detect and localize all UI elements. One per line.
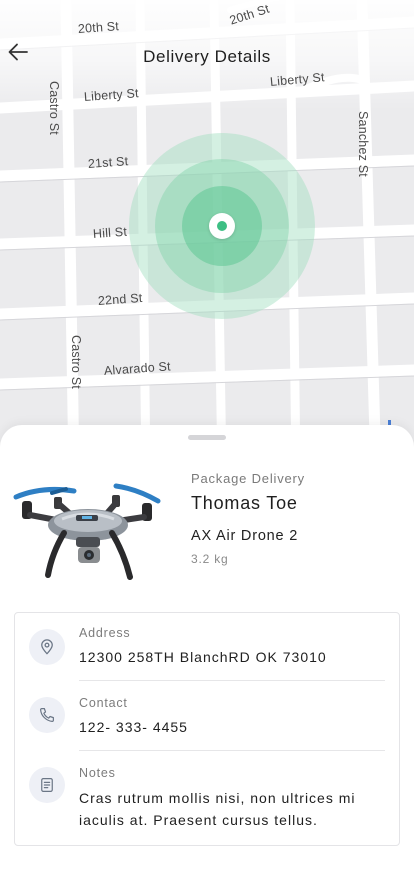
- recipient-name: Thomas Toe: [191, 493, 298, 513]
- street-label-hill: Hill St: [92, 224, 128, 241]
- notes-label: Notes: [79, 766, 116, 780]
- location-pin-icon: [41, 639, 53, 655]
- street-label-20th-left: 20th St: [77, 19, 120, 36]
- contact-label: Contact: [79, 696, 128, 710]
- notes-icon: [41, 778, 53, 792]
- notes-value: Cras rutrum mollis nisi, non ultrices mi…: [79, 790, 356, 828]
- sheet-drag-handle[interactable]: [188, 435, 226, 440]
- address-icon-wrapper: [29, 629, 65, 665]
- page-title: Delivery Details: [143, 47, 271, 66]
- address-value: 12300 258TH BlanchRD OK 73010: [79, 649, 327, 665]
- drone-model: AX Air Drone 2: [191, 528, 299, 544]
- package-weight: 3.2 kg: [191, 552, 229, 566]
- contact-value: 122- 333- 4455: [79, 719, 188, 735]
- street-label-castro-bottom: Castro St: [69, 335, 83, 389]
- delivery-info-card: Address 12300 258TH BlanchRD OK 73010 Co…: [14, 612, 400, 846]
- street-label-21st: 21st St: [87, 154, 129, 171]
- delivery-details-sheet: Package Delivery Thomas Toe AX Air Drone…: [0, 425, 414, 896]
- address-row[interactable]: Address 12300 258TH BlanchRD OK 73010: [15, 613, 399, 681]
- app-header: Delivery Details: [0, 36, 414, 80]
- drone-product-image: [13, 483, 161, 580]
- address-label: Address: [79, 626, 131, 640]
- drone-location-pin[interactable]: [209, 213, 235, 239]
- package-type-label: Package Delivery: [191, 471, 305, 486]
- street-label-castro-top: Castro St: [47, 81, 61, 135]
- map-view[interactable]: 20th St 20th St Liberty St Liberty St Ca…: [0, 0, 414, 470]
- phone-icon: [40, 708, 54, 722]
- notes-row: Notes Cras rutrum mollis nisi, non ultri…: [15, 751, 399, 847]
- contact-icon-wrapper: [29, 697, 65, 733]
- notes-icon-wrapper: [29, 767, 65, 803]
- contact-row[interactable]: Contact 122- 333- 4455: [15, 681, 399, 751]
- street-label-sanchez: Sanchez St: [356, 111, 370, 177]
